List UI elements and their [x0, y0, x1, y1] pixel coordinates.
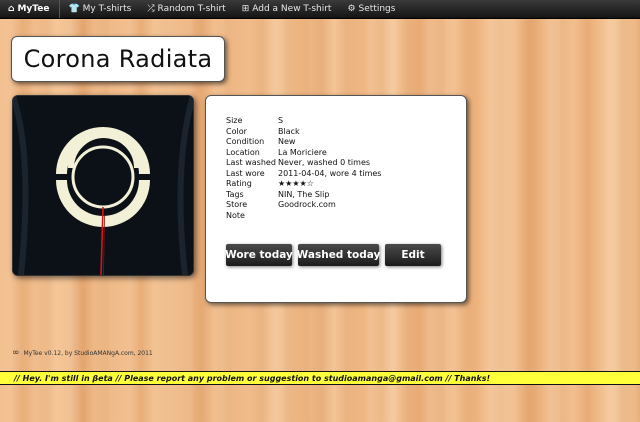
nav-item-label: Settings — [358, 4, 396, 14]
nav-item-label: My T-shirts — [82, 4, 132, 14]
property-key: Store — [226, 200, 248, 209]
nav-item-my-tshirts[interactable]: 👕 My T-shirts — [60, 0, 139, 18]
top-navbar: ⌂ MyTee 👕 My T-shirts ⤮ Random T-shirt ⊞… — [0, 0, 640, 19]
property-key: Rating — [226, 179, 252, 188]
property-row-color: Color Black — [226, 127, 381, 138]
infinity-icon: ∞ — [12, 348, 20, 358]
nav-item-label: Random T-shirt — [157, 4, 226, 14]
tshirt-title-box: Corona Radiata — [11, 36, 225, 82]
tshirt-icon: 👕 — [68, 4, 80, 14]
footer-credit: ∞ MyTee v0.12, by StudioAMANgA.com, 2011 — [12, 348, 153, 358]
property-value: S — [278, 116, 284, 125]
properties-list: Size S Color Black Condition New Locatio… — [226, 116, 381, 221]
tshirt-details-panel: Size S Color Black Condition New Locatio… — [205, 95, 467, 303]
property-row-tags: Tags NIN, The Slip — [226, 190, 381, 201]
property-value: NIN, The Slip — [278, 189, 330, 199]
page-title: Corona Radiata — [23, 45, 213, 73]
property-row-location: Location La Moriciere — [226, 148, 381, 159]
property-row-last-washed: Last washed Never, washed 0 times — [226, 158, 381, 169]
property-value: La Moriciere — [278, 147, 327, 157]
property-key: Tags — [226, 189, 244, 199]
property-row-store: Store Goodrock.com — [226, 200, 381, 211]
property-row-last-wore: Last wore 2011-04-04, wore 4 times — [226, 169, 381, 180]
nav-item-settings[interactable]: ⚙ Settings — [339, 0, 403, 18]
tshirt-print-graphic — [13, 96, 193, 275]
credit-text[interactable]: MyTee v0.12, by StudioAMANgA.com, 2011 — [24, 350, 153, 357]
property-row-rating: Rating ★★★★☆ — [226, 179, 381, 190]
property-value: New — [278, 137, 296, 146]
brand-label: MyTee — [17, 4, 50, 14]
property-key: Last washed — [226, 158, 276, 167]
wore-today-button[interactable]: Wore today — [225, 244, 293, 266]
property-key: Size — [226, 116, 243, 125]
beta-banner: // Hey. I'm still in βeta // Please repo… — [0, 371, 640, 385]
nav-item-add-tshirt[interactable]: ⊞ Add a New T-shirt — [234, 0, 340, 18]
property-value: Black — [278, 126, 300, 136]
property-value: 2011-04-04, wore 4 times — [278, 168, 382, 178]
gear-icon: ⚙ — [347, 4, 356, 14]
shuffle-icon: ⤮ — [147, 4, 155, 14]
property-key: Last wore — [226, 168, 265, 178]
edit-button[interactable]: Edit — [385, 244, 441, 266]
nav-home-brand[interactable]: ⌂ MyTee — [0, 0, 61, 18]
property-value: Never, washed 0 times — [278, 158, 371, 167]
home-icon: ⌂ — [8, 4, 15, 14]
nav-item-random-tshirt[interactable]: ⤮ Random T-shirt — [139, 0, 233, 18]
property-key: Color — [226, 126, 247, 136]
property-key: Note — [226, 210, 245, 220]
nav-item-label: Add a New T-shirt — [252, 4, 332, 14]
property-key: Condition — [226, 137, 265, 146]
property-row-note: Note — [226, 211, 381, 222]
rating-stars: ★★★★☆ — [278, 179, 314, 188]
property-value: Goodrock.com — [278, 200, 336, 209]
tshirt-photo — [12, 95, 194, 276]
property-row-condition: Condition New — [226, 137, 381, 148]
action-buttons: Wore today Washed today Edit — [225, 244, 441, 266]
property-key: Location — [226, 147, 260, 157]
beta-banner-text: // Hey. I'm still in βeta // Please repo… — [14, 373, 491, 383]
plus-square-icon: ⊞ — [241, 4, 250, 14]
washed-today-button[interactable]: Washed today — [297, 244, 380, 266]
property-row-size: Size S — [226, 116, 381, 127]
